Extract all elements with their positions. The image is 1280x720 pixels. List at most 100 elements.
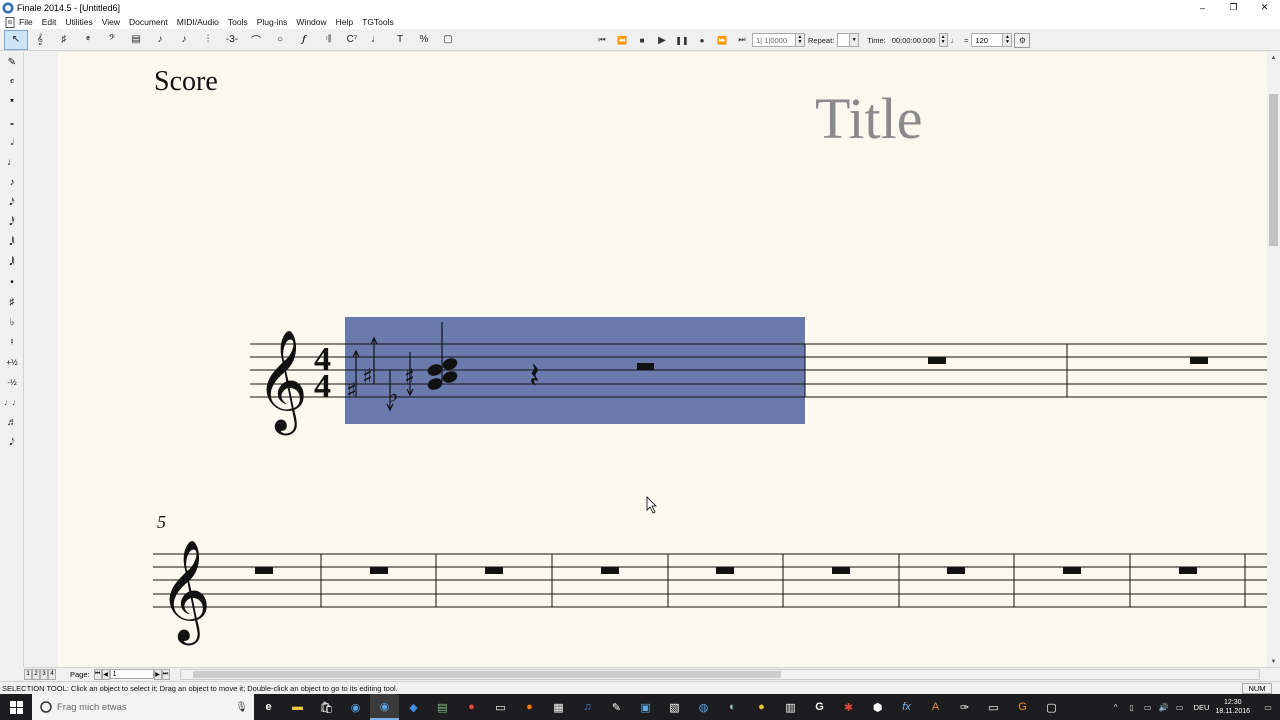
calculator-icon[interactable]: ▥ bbox=[776, 694, 805, 720]
half-step-up-icon[interactable]: +½ bbox=[0, 352, 24, 372]
menu-plug-ins[interactable]: Plug-ins bbox=[257, 17, 288, 27]
selection-tool-icon[interactable]: ↖ bbox=[4, 29, 28, 50]
repeat-dropdown-icon[interactable]: ▼ bbox=[850, 33, 860, 47]
menu-tools[interactable]: Tools bbox=[228, 17, 248, 27]
vertical-scroll-thumb[interactable] bbox=[1269, 94, 1278, 246]
app-icon-sibelius[interactable]: ◐ bbox=[718, 694, 747, 720]
half-rest-1[interactable] bbox=[637, 363, 654, 370]
app-icon-fx[interactable]: fx bbox=[892, 694, 921, 720]
app-icon-red-star[interactable]: ✱ bbox=[834, 694, 863, 720]
rewind-to-start-icon[interactable]: ⏮ bbox=[592, 32, 612, 48]
measure-tool-icon[interactable]: ▤ bbox=[124, 30, 148, 50]
menu-document[interactable]: Document bbox=[129, 17, 168, 27]
whole-rest-m2[interactable] bbox=[928, 357, 946, 364]
forward-to-end-icon[interactable]: ⏭ bbox=[732, 32, 752, 48]
next-page-icon[interactable]: ▶ bbox=[153, 668, 162, 680]
page-tab-1[interactable]: 1 bbox=[24, 668, 32, 680]
restore-button[interactable]: ❐ bbox=[1218, 0, 1249, 15]
half-note-icon[interactable]: 𝅗𝅥 bbox=[0, 132, 24, 152]
minimize-button[interactable]: – bbox=[1187, 0, 1218, 15]
app-icon-quill[interactable]: ✑ bbox=[950, 694, 979, 720]
microphone-icon[interactable]: 🎙 bbox=[235, 702, 248, 713]
page-number-field[interactable]: 1 bbox=[109, 669, 154, 679]
score-canvas[interactable]: Score Title 𝄞 4 4 ♯ ♯ ♭ ♯ 𝄽 5 𝄞 bbox=[58, 52, 1267, 667]
stop-icon[interactable]: ■ bbox=[632, 32, 652, 48]
articulation-tool-icon[interactable]: ○ bbox=[268, 30, 292, 50]
app-icon-image[interactable]: ▧ bbox=[660, 694, 689, 720]
notification-center-icon[interactable]: ▭ bbox=[1256, 694, 1280, 720]
augmentation-dot-icon[interactable]: • bbox=[0, 272, 24, 292]
pause-icon[interactable]: ❚❚ bbox=[672, 32, 692, 48]
app-icon-box[interactable]: ⬢ bbox=[863, 694, 892, 720]
tuplet-icon[interactable]: ♬ bbox=[0, 412, 24, 432]
smart-shape-tool-icon[interactable]: ⌒ bbox=[244, 30, 268, 50]
horizontal-scroll-thumb[interactable] bbox=[193, 671, 781, 678]
sixteenth-note-icon[interactable]: 𝅘𝅥𝅯 bbox=[0, 192, 24, 212]
clef-tool-icon[interactable]: 𝄢 bbox=[100, 30, 124, 50]
notepad-icon[interactable]: ▤ bbox=[428, 694, 457, 720]
expression-tool-icon[interactable]: 𝆑 bbox=[292, 30, 316, 50]
last-page-icon[interactable]: ⏭ bbox=[161, 668, 170, 680]
eighth-note-icon[interactable]: ♪ bbox=[0, 172, 24, 192]
tempo-field[interactable]: 120 bbox=[971, 33, 1004, 47]
time-signature-tool-icon[interactable]: 𝄵 bbox=[76, 30, 100, 50]
file-explorer-icon[interactable]: ▬ bbox=[283, 694, 312, 720]
page-tab-3[interactable]: 3 bbox=[40, 668, 48, 680]
tempo-spinner[interactable]: ▲ ▼ bbox=[1003, 33, 1013, 47]
staff-tool-icon[interactable]: 𝄞 bbox=[28, 30, 52, 50]
sixty-fourth-note-icon[interactable]: 𝅘𝅥𝅱 bbox=[0, 232, 24, 252]
play-icon[interactable]: ▶ bbox=[652, 32, 672, 48]
scroll-down-icon[interactable]: ▼ bbox=[1267, 656, 1280, 667]
language-indicator[interactable]: DEU bbox=[1194, 703, 1210, 712]
store-icon[interactable]: 🛍 bbox=[312, 694, 341, 720]
repeat-tool-icon[interactable]: 𝄇 bbox=[316, 30, 340, 50]
sharp-icon[interactable]: ♯ bbox=[0, 292, 24, 312]
windows-start-icon[interactable] bbox=[0, 694, 32, 720]
first-page-icon[interactable]: ⏮ bbox=[93, 668, 102, 680]
horizontal-scrollbar[interactable] bbox=[180, 669, 1260, 680]
tie-icon[interactable]: ♩♩ bbox=[0, 392, 24, 412]
whole-note-icon[interactable]: 𝅝 bbox=[0, 112, 24, 132]
battery-icon[interactable]: ▭ bbox=[1172, 694, 1188, 720]
close-button[interactable]: ✕ bbox=[1249, 0, 1280, 15]
app-icon-folder[interactable]: ▣ bbox=[631, 694, 660, 720]
menu-utilities[interactable]: Utilities bbox=[65, 17, 92, 27]
repeat-select[interactable] bbox=[837, 33, 851, 47]
app-icon-window[interactable]: ▢ bbox=[1037, 694, 1066, 720]
hundred-twenty-eighth-note-icon[interactable]: 𝅘𝅥𝅲 bbox=[0, 252, 24, 272]
simple-entry-tool-icon[interactable]: ♪ bbox=[148, 30, 172, 50]
app-icon-a[interactable]: A bbox=[921, 694, 950, 720]
tuplet-tool-icon[interactable]: -3- bbox=[220, 30, 244, 50]
menu-window[interactable]: Window bbox=[296, 17, 326, 27]
playback-settings-icon[interactable]: ⚙ bbox=[1014, 32, 1031, 48]
whole-rest-m3[interactable] bbox=[1190, 357, 1208, 364]
vertical-scrollbar[interactable]: ▲ ▼ bbox=[1267, 52, 1280, 667]
resize-tool-icon[interactable]: % bbox=[412, 30, 436, 50]
tray-overflow-icon[interactable]: ^ bbox=[1108, 694, 1124, 720]
eraser-tool-icon[interactable]: ✎ bbox=[0, 52, 24, 72]
text-tool-icon[interactable]: T bbox=[388, 30, 412, 50]
lyrics-tool-icon[interactable]: ♩ bbox=[364, 30, 388, 50]
grace-note-tool-icon[interactable]: 𝄴 bbox=[0, 72, 24, 92]
fast-forward-icon[interactable]: ⏩ bbox=[712, 32, 732, 48]
thirty-second-note-icon[interactable]: 𝅘𝅥𝅰 bbox=[0, 212, 24, 232]
quarter-rest-1[interactable]: 𝄽 bbox=[529, 356, 540, 397]
half-step-down-icon[interactable]: -½ bbox=[0, 372, 24, 392]
app-icon-g[interactable]: G bbox=[805, 694, 834, 720]
app-icon-doc[interactable]: ▭ bbox=[979, 694, 1008, 720]
menu-help[interactable]: Help bbox=[336, 17, 353, 27]
clock[interactable]: 12:30 18.11.2016 bbox=[1215, 698, 1250, 716]
firefox-icon[interactable]: ● bbox=[515, 694, 544, 720]
chord-tool-icon[interactable]: ⫶ bbox=[196, 30, 220, 50]
rewind-icon[interactable]: ⏪ bbox=[612, 32, 632, 48]
system-2-whole-rests[interactable] bbox=[255, 567, 1197, 574]
cortana-search-box[interactable]: Frag mich etwas 🎙 bbox=[32, 694, 254, 720]
pen-tool-icon[interactable]: ✎ bbox=[602, 694, 631, 720]
double-whole-note-icon[interactable]: 𝄺 bbox=[0, 92, 24, 112]
finale-app-icon-taskbar-1[interactable]: ◉ bbox=[341, 694, 370, 720]
app-icon-music[interactable]: ♫ bbox=[573, 694, 602, 720]
previous-page-icon[interactable]: ◀ bbox=[101, 668, 110, 680]
page-tab-4[interactable]: 4 bbox=[48, 668, 56, 680]
app-icon-blue[interactable]: ◆ bbox=[399, 694, 428, 720]
flat-icon[interactable]: ♭ bbox=[0, 312, 24, 332]
